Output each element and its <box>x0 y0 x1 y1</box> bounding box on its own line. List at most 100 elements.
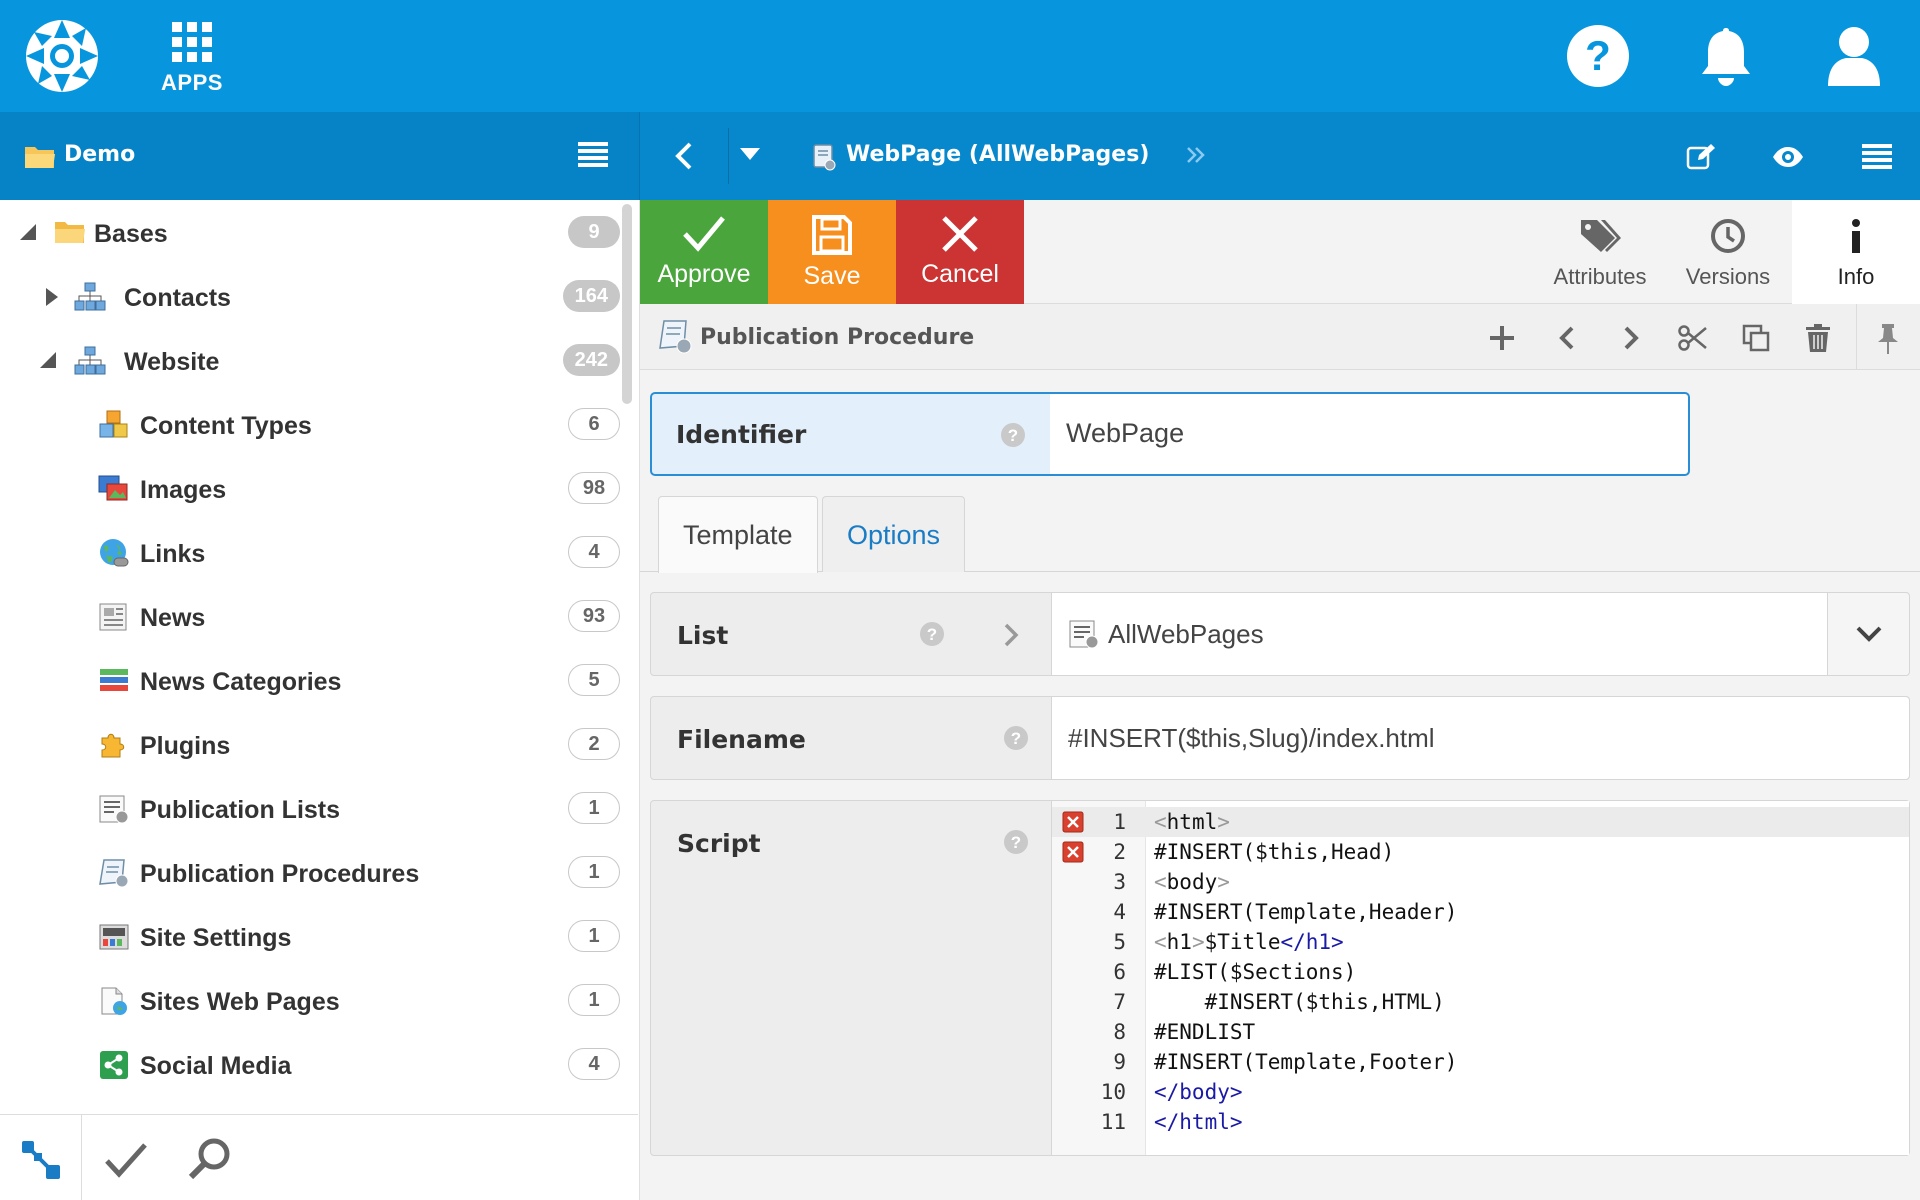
folder-icon <box>24 144 56 170</box>
tree-view-button[interactable] <box>0 1115 82 1200</box>
tree-item-bases[interactable]: Bases 9 <box>0 200 630 264</box>
tree-item-label: Site Settings <box>140 924 292 952</box>
next-record-icon[interactable] <box>1616 324 1644 352</box>
database-icon <box>74 282 106 312</box>
preview-eye-icon[interactable] <box>1772 146 1804 168</box>
info-button[interactable]: Info <box>1792 200 1920 304</box>
script-field: Script ? 1 <html> 2 #INSERT($this,Head) 3 <bo… <box>650 800 1910 1156</box>
edit-icon[interactable] <box>1686 142 1716 170</box>
breadcrumb-forward-icon[interactable] <box>1186 146 1206 164</box>
main-menu-icon[interactable] <box>1862 144 1892 170</box>
open-link-chevron-icon[interactable] <box>1003 623 1019 647</box>
code-text: #INSERT(Template,Footer) <box>1154 1050 1458 1074</box>
filename-label: Filename <box>677 725 806 754</box>
help-circle-icon[interactable]: ? <box>1003 725 1029 751</box>
apps-button[interactable]: APPS <box>158 20 226 98</box>
expand-triangle-icon[interactable] <box>44 288 60 306</box>
tab-template[interactable]: Template <box>658 496 818 573</box>
app-logo-icon[interactable] <box>24 18 100 94</box>
code-line[interactable]: 1 <html> <box>1052 807 1909 837</box>
bell-icon[interactable] <box>1694 24 1758 88</box>
attributes-label: Attributes <box>1553 264 1647 289</box>
pin-icon[interactable] <box>1876 324 1904 354</box>
tree-item-content-types[interactable]: Content Types 6 <box>0 392 630 456</box>
versions-button[interactable]: Versions <box>1664 200 1792 304</box>
project-name[interactable]: Demo <box>64 142 135 167</box>
tree-item-social-media[interactable]: Social Media 4 <box>0 1032 630 1096</box>
attributes-button[interactable]: Attributes <box>1536 200 1664 304</box>
approve-button[interactable]: Approve <box>640 200 768 304</box>
previous-record-icon[interactable] <box>1554 324 1582 352</box>
code-text: <h1>$Title</h1> <box>1154 930 1344 954</box>
tree-item-label: Images <box>140 476 227 504</box>
save-button[interactable]: Save <box>768 200 896 304</box>
tree-item-label: Plugins <box>140 732 231 760</box>
help-circle-icon[interactable]: ? <box>1003 829 1029 855</box>
tree-item-news-categories[interactable]: News Categories 5 <box>0 648 630 712</box>
script-code-editor[interactable]: 1 <html> 2 #INSERT($this,Head) 3 <body> 4 #INSE… <box>1051 801 1909 1155</box>
tree-item-website[interactable]: Website 242 <box>0 328 630 392</box>
svg-text:?: ? <box>927 625 937 644</box>
scissors-icon[interactable] <box>1678 324 1707 352</box>
code-line[interactable]: 7 #INSERT($this,HTML) <box>1052 987 1909 1017</box>
close-icon <box>942 216 978 252</box>
list-value: AllWebPages <box>1108 619 1264 649</box>
cancel-button[interactable]: Cancel <box>896 200 1024 304</box>
filename-input[interactable]: #INSERT($this,Slug)/index.html <box>1051 697 1909 779</box>
main-panel: Approve Save Cancel Attributes Versions … <box>640 200 1920 1200</box>
error-marker-icon[interactable] <box>1062 811 1084 833</box>
code-line[interactable]: 10 </body> <box>1052 1077 1909 1107</box>
chevron-down-icon <box>1856 625 1882 643</box>
scroll-gear-icon <box>656 318 692 354</box>
user-icon[interactable] <box>1822 24 1886 88</box>
identifier-value: WebPage <box>1066 418 1185 448</box>
list-dropdown-button[interactable] <box>1827 593 1909 675</box>
back-chevron-icon[interactable] <box>674 142 694 170</box>
tree-item-contacts[interactable]: Contacts 164 <box>0 264 630 328</box>
collapse-triangle-icon[interactable] <box>20 224 36 240</box>
tags-icon <box>1581 220 1621 252</box>
code-line[interactable]: 11 </html> <box>1052 1107 1909 1137</box>
code-line[interactable]: 6 #LIST($Sections) <box>1052 957 1909 987</box>
project-bar: Demo <box>0 112 640 200</box>
code-line[interactable]: 3 <body> <box>1052 867 1909 897</box>
code-line[interactable]: 5 <h1>$Title</h1> <box>1052 927 1909 957</box>
puzzle-icon <box>98 730 130 760</box>
tree-item-images[interactable]: Images 98 <box>0 456 630 520</box>
tree-item-sites-web-pages[interactable]: Sites Web Pages 1 <box>0 968 630 1032</box>
check-icon[interactable] <box>104 1141 148 1179</box>
globe-link-icon <box>98 538 130 568</box>
tree-item-plugins[interactable]: Plugins 2 <box>0 712 630 776</box>
trash-icon[interactable] <box>1806 324 1834 352</box>
tree-item-label: Publication Lists <box>140 796 341 824</box>
help-circle-icon[interactable]: ? <box>1000 422 1026 448</box>
code-line[interactable]: 4 #INSERT(Template,Header) <box>1052 897 1909 927</box>
tree-item-publication-procedures[interactable]: Publication Procedures 1 <box>0 840 630 904</box>
identifier-input[interactable]: WebPage <box>1050 394 1688 474</box>
code-line[interactable]: 8 #ENDLIST <box>1052 1017 1909 1047</box>
web-page-icon <box>98 986 130 1016</box>
code-line[interactable]: 9 #INSERT(Template,Footer) <box>1052 1047 1909 1077</box>
error-marker-icon[interactable] <box>1062 841 1084 863</box>
duplicate-icon[interactable] <box>1742 324 1770 352</box>
tree-item-publication-lists[interactable]: Publication Lists 1 <box>0 776 630 840</box>
code-line[interactable]: 2 #INSERT($this,Head) <box>1052 837 1909 867</box>
svg-text:?: ? <box>1011 833 1021 852</box>
clock-icon <box>1711 219 1745 253</box>
tab-options[interactable]: Options <box>822 496 966 572</box>
tree-item-links[interactable]: Links 4 <box>0 520 630 584</box>
sidebar-tree: Bases 9 Contacts 164 Website 242 Content… <box>0 200 640 1200</box>
list-select[interactable]: AllWebPages <box>1051 593 1909 675</box>
tree-item-news[interactable]: News 93 <box>0 584 630 648</box>
collapse-triangle-icon[interactable] <box>40 352 56 368</box>
add-icon[interactable] <box>1488 324 1516 352</box>
count-badge: 2 <box>568 728 620 760</box>
project-menu-icon[interactable] <box>578 142 608 168</box>
help-icon[interactable]: ? <box>1566 24 1630 88</box>
help-circle-icon[interactable]: ? <box>919 621 945 647</box>
history-dropdown-icon[interactable] <box>740 148 760 162</box>
tree-item-site-settings[interactable]: Site Settings 1 <box>0 904 630 968</box>
count-badge: 1 <box>568 984 620 1016</box>
page-title: WebPage (AllWebPages) <box>846 142 1150 167</box>
search-icon[interactable] <box>188 1137 232 1181</box>
